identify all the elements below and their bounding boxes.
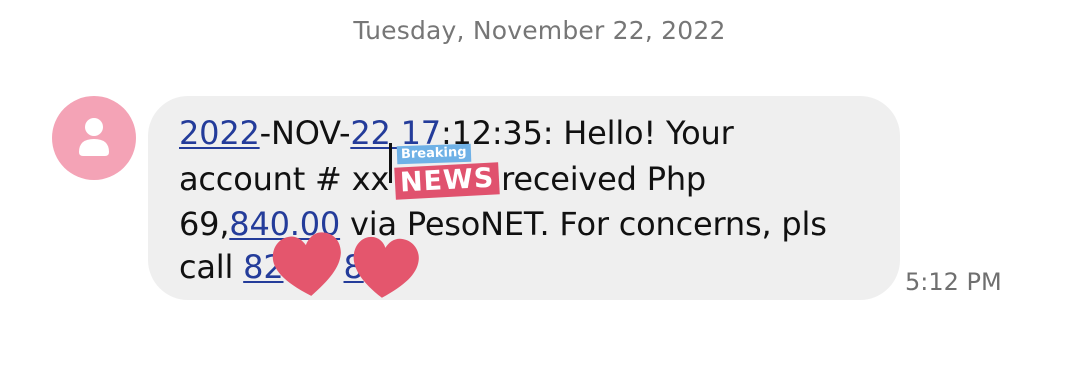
news-label: NEWS [394,162,501,200]
message-text: account # xx [179,160,390,198]
date-link[interactable]: 2022 [179,114,260,152]
heart-sticker [272,232,341,296]
message-text: -NOV- [259,114,351,152]
person-icon [79,118,109,156]
message-bubble[interactable]: 2022-NOV-22 17:12:35: Hello! Your accoun… [148,96,900,300]
sticker-edge [389,143,392,183]
breaking-label: Breaking [396,143,471,165]
breaking-news-sticker: Breaking NEWS [389,143,501,200]
message-thread: Tuesday, November 22, 2022 2022-NOV-22 1… [0,0,1079,386]
heart-sticker [353,236,419,298]
message-timestamp: 5:12 PM [905,268,1002,296]
message-text: call [179,248,244,286]
message-text: 69, [179,205,230,243]
date-header: Tuesday, November 22, 2022 [353,16,726,45]
message-text: received Php [491,160,707,198]
contact-avatar[interactable] [52,96,136,180]
